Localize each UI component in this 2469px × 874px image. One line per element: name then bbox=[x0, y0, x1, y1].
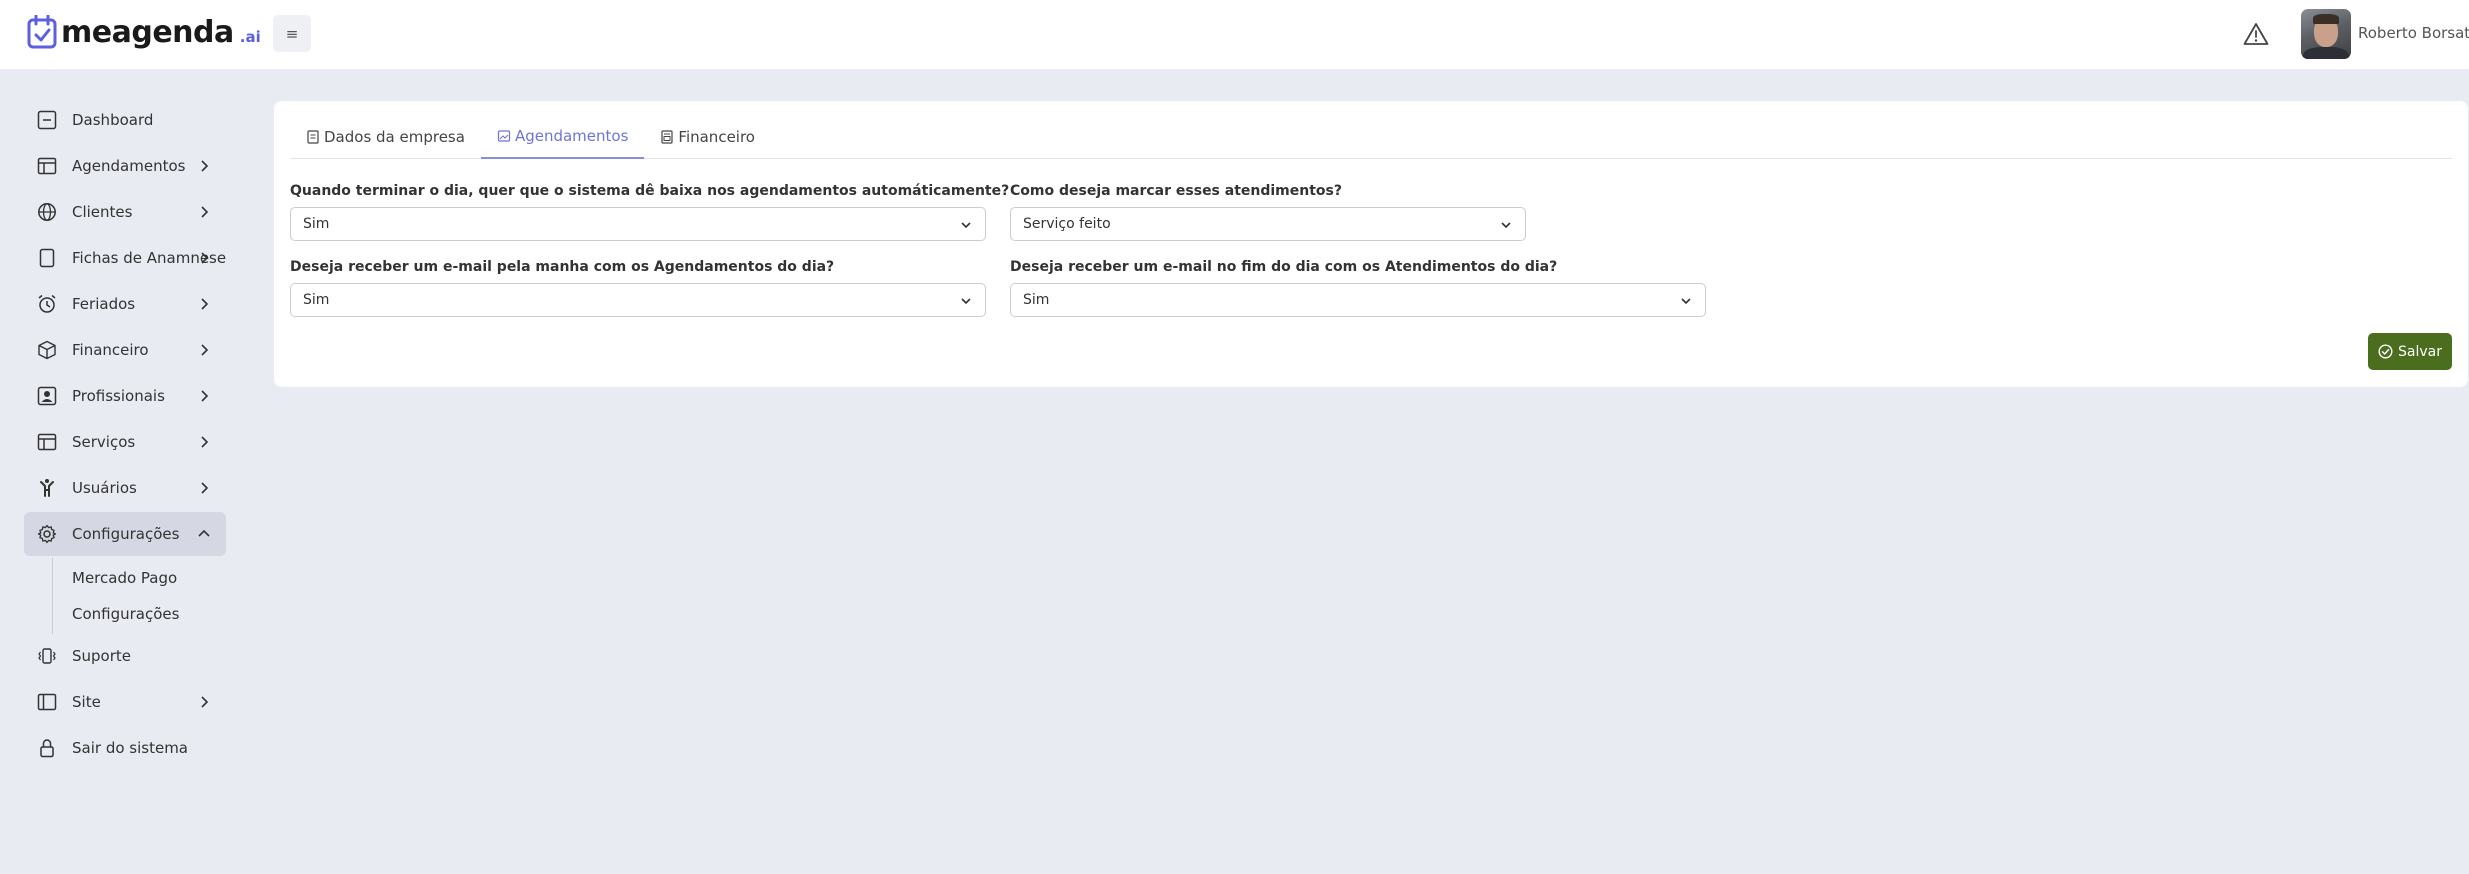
warning-icon[interactable] bbox=[2243, 22, 2269, 46]
evening-email-select[interactable]: Sim bbox=[1010, 283, 1706, 317]
logo-text: meagenda bbox=[61, 14, 234, 50]
tab-financeiro[interactable]: Financeiro bbox=[644, 115, 771, 159]
table-icon bbox=[36, 431, 58, 453]
sidebar-item-servicos[interactable]: Serviços bbox=[24, 420, 226, 464]
sidebar-item-clientes[interactable]: Clientes bbox=[24, 190, 226, 234]
globe-icon bbox=[36, 201, 58, 223]
tab-dados-da-empresa[interactable]: Dados da empresa bbox=[290, 115, 481, 159]
chevron-down-icon bbox=[961, 222, 971, 229]
save-button-label: Salvar bbox=[2398, 343, 2442, 360]
sidebar-item-agendamentos[interactable]: Agendamentos bbox=[24, 144, 226, 188]
submenu-item-mercado-pago[interactable]: Mercado Pago bbox=[53, 560, 226, 596]
submenu-item-configuracoes[interactable]: Configurações bbox=[53, 596, 226, 632]
gear-icon bbox=[36, 523, 58, 545]
morning-email-label: Deseja receber um e-mail pela manha com … bbox=[290, 259, 835, 275]
chevron-right-icon bbox=[201, 206, 209, 218]
select-value: Sim bbox=[303, 216, 330, 232]
sidebar-item-label: Suporte bbox=[72, 647, 132, 665]
chevron-right-icon bbox=[201, 482, 209, 494]
chevron-down-icon bbox=[961, 298, 971, 305]
dashboard-icon bbox=[36, 109, 58, 131]
sidebar-item-label: Clientes bbox=[72, 203, 133, 221]
sidebar-item-suporte[interactable]: Suporte bbox=[24, 634, 226, 678]
alarm-clock-icon bbox=[36, 293, 58, 315]
tab-label: Financeiro bbox=[678, 128, 755, 146]
sidebar-item-site[interactable]: Site bbox=[24, 680, 226, 724]
vibrate-icon bbox=[36, 645, 58, 667]
sidebar-item-financeiro[interactable]: Financeiro bbox=[24, 328, 226, 372]
calendar-table-icon bbox=[36, 155, 58, 177]
sidebar-item-label: Configurações bbox=[72, 525, 180, 543]
sidebar-item-label: Site bbox=[72, 693, 101, 711]
mark-status-label: Como deseja marcar esses atendimentos? bbox=[1010, 183, 1343, 199]
morning-email-select[interactable]: Sim bbox=[290, 283, 986, 317]
sidebar-item-label: Agendamentos bbox=[72, 157, 186, 175]
mark-status-select[interactable]: Serviço feito bbox=[1010, 207, 1526, 241]
chevron-right-icon bbox=[201, 696, 209, 708]
logo[interactable]: meagenda .ai bbox=[27, 12, 261, 52]
tab-label: Agendamentos bbox=[514, 127, 629, 145]
select-value: Sim bbox=[1023, 292, 1050, 308]
tab-agendamentos[interactable]: Agendamentos bbox=[480, 115, 645, 159]
layout-icon bbox=[36, 691, 58, 713]
top-bar: meagenda .ai ≡ Roberto Borsatti bbox=[0, 0, 2469, 69]
save-button[interactable]: Salvar bbox=[2368, 333, 2452, 370]
calendar-check-icon bbox=[27, 15, 57, 49]
chevron-down-icon bbox=[1681, 298, 1691, 305]
sidebar-item-label: Serviços bbox=[72, 433, 136, 451]
logo-suffix: .ai bbox=[239, 28, 261, 46]
auto-close-select[interactable]: Sim bbox=[290, 207, 986, 241]
user-name[interactable]: Roberto Borsatti bbox=[2358, 24, 2469, 42]
id-card-icon bbox=[36, 385, 58, 407]
sidebar-item-label: Sair do sistema bbox=[72, 739, 188, 757]
chevron-down-icon bbox=[1501, 222, 1511, 229]
sidebar-item-sair[interactable]: Sair do sistema bbox=[24, 726, 226, 770]
sidebar-item-usuarios[interactable]: Usuários bbox=[24, 466, 226, 510]
menu-toggle-button[interactable]: ≡ bbox=[273, 15, 311, 52]
chevron-right-icon bbox=[201, 252, 209, 264]
sidebar-item-label: Feriados bbox=[72, 295, 136, 313]
tab-label: Dados da empresa bbox=[324, 128, 465, 146]
sidebar-item-label: Financeiro bbox=[72, 341, 149, 359]
chevron-right-icon bbox=[201, 390, 209, 402]
chevron-up-icon bbox=[198, 529, 210, 537]
sidebar-item-feriados[interactable]: Feriados bbox=[24, 282, 226, 326]
sidebar: Dashboard Agendamentos Clientes Fichas d… bbox=[24, 98, 226, 772]
sidebar-item-fichas[interactable]: Fichas de Anamnese bbox=[24, 236, 226, 280]
evening-email-label: Deseja receber um e-mail no fim do dia c… bbox=[1010, 259, 1558, 275]
image-icon bbox=[497, 130, 511, 142]
sidebar-item-label: Dashboard bbox=[72, 111, 154, 129]
chevron-right-icon bbox=[201, 436, 209, 448]
chevron-right-icon bbox=[201, 344, 209, 356]
person-icon bbox=[36, 477, 58, 499]
lock-icon bbox=[36, 737, 58, 759]
configuracoes-submenu: Mercado Pago Configurações bbox=[52, 558, 226, 634]
settings-card: Dados da empresa Agendamentos Financeiro… bbox=[274, 101, 2468, 387]
check-circle-icon bbox=[2378, 344, 2393, 359]
sidebar-item-label: Usuários bbox=[72, 479, 137, 497]
chevron-right-icon bbox=[201, 298, 209, 310]
auto-close-label: Quando terminar o dia, quer que o sistem… bbox=[290, 183, 1010, 199]
sidebar-item-label: Profissionais bbox=[72, 387, 165, 405]
sidebar-item-configuracoes[interactable]: Configurações bbox=[24, 512, 226, 556]
select-value: Serviço feito bbox=[1023, 216, 1111, 232]
sidebar-item-dashboard[interactable]: Dashboard bbox=[24, 98, 226, 142]
box-icon bbox=[36, 339, 58, 361]
select-value: Sim bbox=[303, 292, 330, 308]
file-icon bbox=[307, 130, 319, 144]
chevron-right-icon bbox=[201, 160, 209, 172]
hamburger-icon: ≡ bbox=[285, 24, 299, 43]
avatar[interactable] bbox=[2301, 9, 2351, 59]
sidebar-item-profissionais[interactable]: Profissionais bbox=[24, 374, 226, 418]
tab-bar: Dados da empresa Agendamentos Financeiro bbox=[290, 115, 2452, 159]
receipt-icon bbox=[661, 130, 674, 144]
tablet-icon bbox=[36, 247, 58, 269]
